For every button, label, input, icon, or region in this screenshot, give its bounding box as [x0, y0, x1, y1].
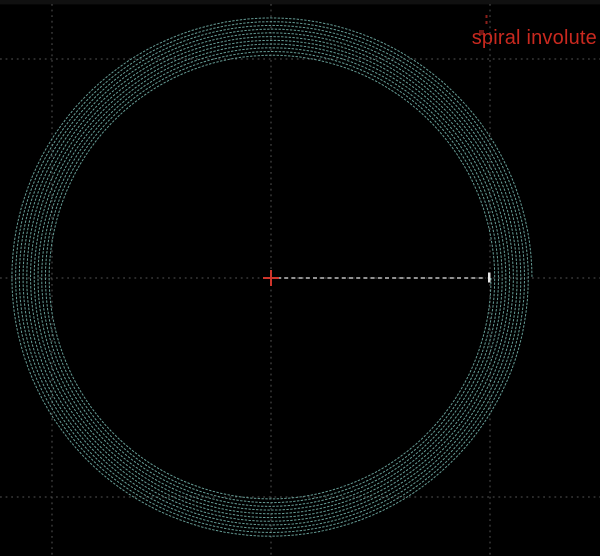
drawing-label-text: spiral involute — [472, 27, 597, 50]
drawing-canvas[interactable] — [0, 0, 600, 556]
cad-viewport[interactable]: spiral involute — [0, 0, 600, 556]
spiral-start-marker — [488, 273, 491, 283]
center-crosshair-icon — [263, 270, 279, 286]
